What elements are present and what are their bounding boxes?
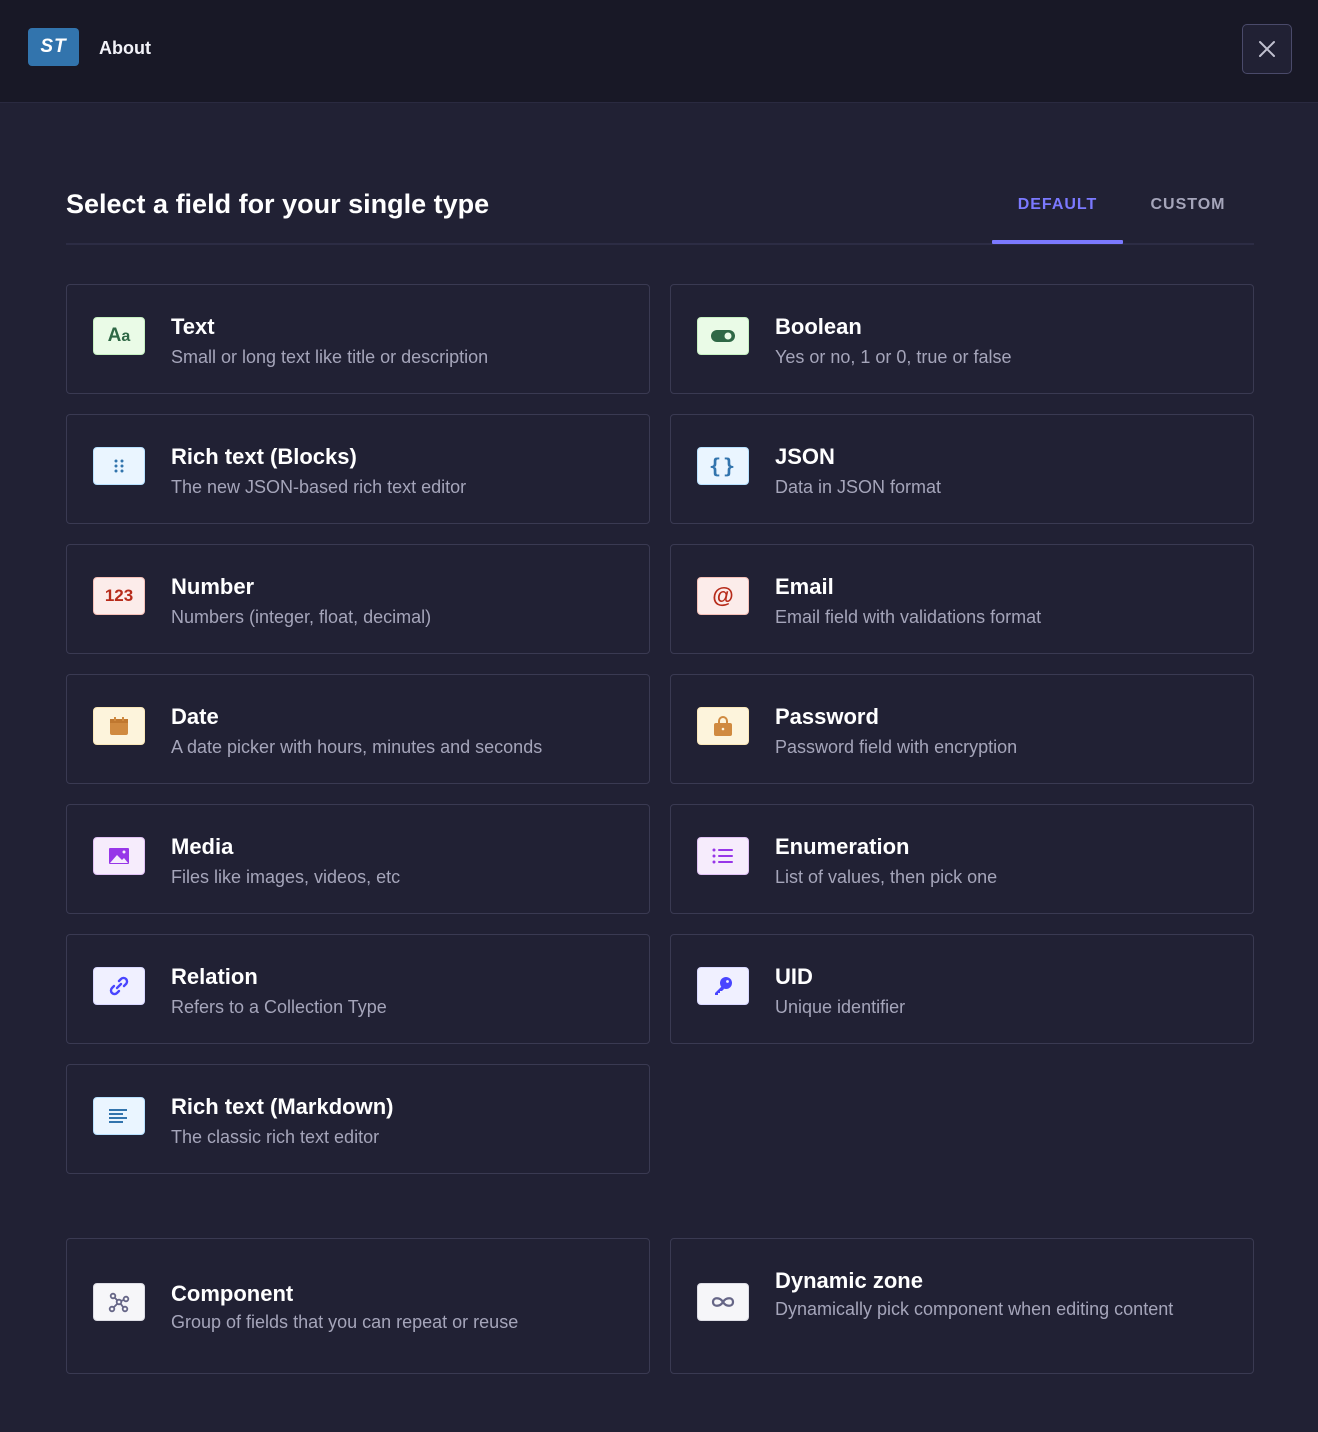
tab-default[interactable]: DEFAULT [992, 196, 1123, 214]
active-tab-indicator [992, 240, 1123, 244]
text-icon: Aa [93, 317, 145, 355]
field-description: Refers to a Collection Type [171, 997, 387, 1017]
field-card-boolean[interactable]: Boolean Yes or no, 1 or 0, true or false [670, 284, 1254, 394]
field-title: Password [775, 704, 879, 729]
field-description: Files like images, videos, etc [171, 867, 401, 887]
field-card-text[interactable]: Aa Text Small or long text like title or… [66, 284, 650, 394]
field-card-password[interactable]: Password Password field with encryption [670, 674, 1254, 784]
field-card-enumeration[interactable]: Enumeration List of values, then pick on… [670, 804, 1254, 914]
field-card-email[interactable]: @ Email Email field with validations for… [670, 544, 1254, 654]
link-icon [93, 967, 145, 1005]
field-card-number[interactable]: 123 Number Numbers (integer, float, deci… [66, 544, 650, 654]
field-title: Number [171, 574, 255, 599]
close-icon [1259, 41, 1275, 57]
lock-icon [697, 707, 749, 745]
close-button[interactable] [1242, 24, 1292, 74]
field-card-media[interactable]: Media Files like images, videos, etc [66, 804, 650, 914]
field-title: Email [775, 574, 834, 599]
field-title: Text [171, 314, 215, 339]
toggle-icon [697, 317, 749, 355]
field-card-rich-text-blocks[interactable]: Rich text (Blocks) The new JSON-based ri… [66, 414, 650, 524]
field-card-relation[interactable]: Relation Refers to a Collection Type [66, 934, 650, 1044]
field-title: Dynamic zone [775, 1268, 923, 1293]
field-title: Rich text (Blocks) [171, 444, 357, 469]
field-description: Password field with encryption [775, 737, 1018, 757]
field-description: Data in JSON format [775, 477, 942, 497]
field-title: Date [171, 704, 219, 729]
field-card-date[interactable]: Date A date picker with hours, minutes a… [66, 674, 650, 784]
field-description: The new JSON-based rich text editor [171, 477, 467, 497]
field-description: Group of fields that you can repeat or r… [171, 1312, 519, 1332]
image-icon [93, 837, 145, 875]
align-left-icon [93, 1097, 145, 1135]
blocks-icon [93, 447, 145, 485]
infinity-icon [697, 1283, 749, 1321]
field-card-json[interactable]: {} JSON Data in JSON format [670, 414, 1254, 524]
field-title: JSON [775, 444, 835, 469]
tab-custom[interactable]: CUSTOM [1128, 196, 1248, 214]
field-description: List of values, then pick one [775, 867, 998, 887]
at-sign-icon: @ [697, 577, 749, 615]
field-title: Boolean [775, 314, 862, 339]
field-description: A date picker with hours, minutes and se… [171, 737, 543, 757]
page-title: Select a field for your single type [66, 189, 490, 219]
field-description: Unique identifier [775, 997, 906, 1017]
field-description: Dynamically pick component when editing … [775, 1299, 1174, 1319]
logo-badge: ST [28, 28, 79, 66]
key-icon [697, 967, 749, 1005]
field-title: Enumeration [775, 834, 910, 859]
field-title: Component [171, 1281, 294, 1306]
calendar-icon [93, 707, 145, 745]
field-description: Small or long text like title or descrip… [171, 347, 489, 367]
field-description: Email field with validations format [775, 607, 1042, 627]
component-icon [93, 1283, 145, 1321]
field-card-rich-text-markdown[interactable]: Rich text (Markdown) The classic rich te… [66, 1064, 650, 1174]
field-title: Relation [171, 964, 258, 989]
field-description: Numbers (integer, float, decimal) [171, 607, 432, 627]
braces-icon: {} [697, 447, 749, 485]
field-description: Yes or no, 1 or 0, true or false [775, 347, 1012, 367]
modal-header: ST About [0, 0, 1318, 103]
field-title: Rich text (Markdown) [171, 1094, 394, 1119]
field-card-dynamic-zone[interactable]: Dynamic zone Dynamically pick component … [670, 1238, 1254, 1374]
number-icon: 123 [93, 577, 145, 615]
field-title: Media [171, 834, 234, 859]
field-description: The classic rich text editor [171, 1127, 380, 1147]
list-icon [697, 837, 749, 875]
header-title: About [99, 38, 151, 58]
field-title: UID [775, 964, 813, 989]
field-card-uid[interactable]: UID Unique identifier [670, 934, 1254, 1044]
field-card-component[interactable]: Component Group of fields that you can r… [66, 1238, 650, 1374]
